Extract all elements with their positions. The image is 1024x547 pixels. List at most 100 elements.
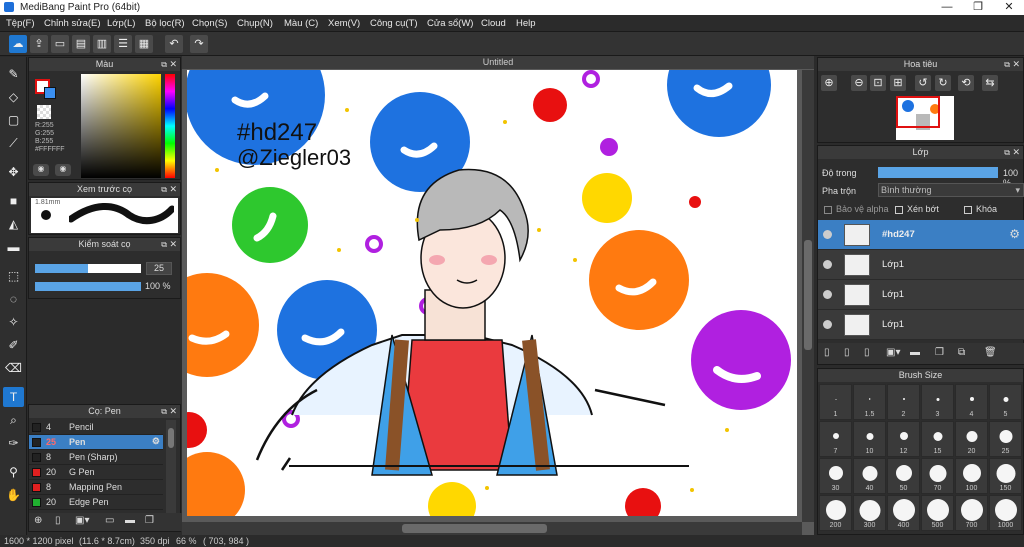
merge-down-icon[interactable]: ⧉ xyxy=(958,347,965,358)
reset-rotation-icon[interactable]: ⟲ xyxy=(958,75,974,91)
size-value[interactable]: 25 xyxy=(146,262,172,275)
menu-file[interactable]: Tệp(F) xyxy=(6,18,35,29)
brush-size-option[interactable]: 400 xyxy=(887,495,920,531)
brush-size-option[interactable]: 300 xyxy=(853,495,886,531)
undock-icon[interactable]: ⧉ xyxy=(161,183,167,196)
hand-tool-icon[interactable]: ✋ xyxy=(3,485,24,505)
zoom-out-icon[interactable]: ⊖ xyxy=(851,75,867,91)
pen-item[interactable]: 8 Mapping Pen xyxy=(29,480,163,495)
text-tool-icon[interactable]: T xyxy=(3,387,24,407)
brush-size-option[interactable]: 4 xyxy=(955,384,988,420)
new-layer-icon[interactable]: ▯ xyxy=(824,347,830,358)
transparent-swatch[interactable] xyxy=(37,105,51,119)
select-eraser-icon[interactable]: ⌫ xyxy=(3,358,24,378)
brush-size-option[interactable]: 500 xyxy=(921,495,954,531)
undo-icon[interactable]: ↶ xyxy=(165,35,183,53)
menu-window[interactable]: Cửa sổ(W) xyxy=(427,18,473,29)
flip-icon[interactable]: ⇆ xyxy=(982,75,998,91)
menu-tools[interactable]: Công cụ(T) xyxy=(370,18,418,29)
brush-size-option[interactable]: 25 xyxy=(989,421,1022,457)
brush-size-option[interactable]: 20 xyxy=(955,421,988,457)
close-icon[interactable]: ✕ xyxy=(169,183,177,196)
delete-layer-icon[interactable]: 🗑 xyxy=(984,347,997,358)
layer-item[interactable]: Lớp1 xyxy=(818,310,1024,340)
comment-icon[interactable]: ▭ xyxy=(51,35,69,53)
brush-size-option[interactable]: 1.5 xyxy=(853,384,886,420)
protect-alpha-checkbox[interactable] xyxy=(824,206,832,214)
rotate-right-icon[interactable]: ↻ xyxy=(935,75,951,91)
close-icon[interactable]: ✕ xyxy=(169,405,177,418)
brush-size-option[interactable]: 40 xyxy=(853,458,886,494)
fill-rect-icon[interactable]: ■ xyxy=(3,191,24,211)
blend-mode-select[interactable]: Bình thường ▾ xyxy=(878,183,1024,197)
vertical-scroll-thumb[interactable] xyxy=(804,240,812,350)
brush-size-option[interactable]: 15 xyxy=(921,421,954,457)
brush-size-option[interactable]: 2 xyxy=(887,384,920,420)
lock-checkbox[interactable] xyxy=(964,206,972,214)
undock-icon[interactable]: ⧉ xyxy=(1004,58,1010,71)
zoom-in-icon[interactable]: ⊕ xyxy=(821,75,837,91)
brush-size-option[interactable]: 5 xyxy=(989,384,1022,420)
visibility-icon[interactable] xyxy=(823,260,832,269)
rect-tool-icon[interactable]: ▢ xyxy=(3,110,24,130)
eyedropper-icon[interactable]: ⚲ xyxy=(3,462,24,482)
eraser-tool-icon[interactable]: ◇ xyxy=(3,87,24,107)
redo-icon[interactable]: ↷ xyxy=(190,35,208,53)
visibility-icon[interactable] xyxy=(823,290,832,299)
pen-item[interactable]: 4 Pencil xyxy=(29,420,163,435)
clipping-checkbox[interactable] xyxy=(895,206,903,214)
navigator-thumbnail[interactable] xyxy=(896,96,954,140)
layer-opacity-slider[interactable] xyxy=(878,167,998,178)
menu-layer[interactable]: Lớp(L) xyxy=(107,18,135,29)
brush-size-option[interactable]: 10 xyxy=(853,421,886,457)
pen-settings-icon[interactable]: ▭ xyxy=(105,515,114,526)
gradient-tool-icon[interactable]: ▬ xyxy=(3,237,24,257)
select-rect-icon[interactable]: ⬚ xyxy=(3,266,24,286)
pen-item[interactable]: 20 G Pen xyxy=(29,465,163,480)
cloud-icon[interactable]: ☁ xyxy=(9,35,27,53)
add-pen-icon[interactable]: ⊕ xyxy=(34,515,42,526)
close-icon[interactable]: ✕ xyxy=(169,238,177,251)
layer-type-menu-icon[interactable]: ▣▾ xyxy=(886,347,900,358)
close-button[interactable]: ✕ xyxy=(994,0,1024,15)
new-layer-8bit-icon[interactable]: ▯ xyxy=(864,347,870,358)
pen-item[interactable]: 8 Pen (Sharp) xyxy=(29,450,163,465)
menu-snap[interactable]: Chụp(N) xyxy=(237,18,273,29)
pen-list-scrollbar[interactable] xyxy=(166,420,176,514)
canvas-vertical-scrollbar[interactable] xyxy=(802,70,814,522)
menu-cloud[interactable]: Cloud xyxy=(481,18,506,29)
visibility-icon[interactable] xyxy=(823,230,832,239)
undock-icon[interactable]: ⧉ xyxy=(161,58,167,71)
bucket-tool-icon[interactable]: ◭ xyxy=(3,214,24,234)
brush-size-option[interactable]: 1000 xyxy=(989,495,1022,531)
horizontal-scroll-thumb[interactable] xyxy=(402,524,547,533)
brush-size-option[interactable]: 50 xyxy=(887,458,920,494)
brush-size-option[interactable]: 7 xyxy=(819,421,852,457)
actual-size-icon[interactable]: ⊞ xyxy=(890,75,906,91)
restore-button[interactable]: ❐ xyxy=(963,0,993,15)
eyedrop-small-icon[interactable]: ◉ xyxy=(55,164,71,176)
minimize-button[interactable]: — xyxy=(932,0,962,15)
saturation-value-picker[interactable] xyxy=(81,74,161,178)
brush-tool-icon[interactable]: ✎ xyxy=(3,64,24,84)
brush-size-option[interactable]: 1 xyxy=(819,384,852,420)
brush-size-option[interactable]: 700 xyxy=(955,495,988,531)
undock-icon[interactable]: ⧉ xyxy=(1004,146,1010,159)
duplicate-icon[interactable]: ❐ xyxy=(145,515,154,526)
visibility-icon[interactable] xyxy=(823,320,832,329)
new-halftone-layer-icon[interactable]: ▯ xyxy=(844,347,850,358)
hue-slider[interactable] xyxy=(165,74,175,178)
menu-filter[interactable]: Bộ lọc(R) xyxy=(145,18,185,29)
grid-icon[interactable]: ▦ xyxy=(135,35,153,53)
background-color-swatch[interactable] xyxy=(44,87,56,99)
brush-size-option[interactable]: 3 xyxy=(921,384,954,420)
folder-icon[interactable]: ▬ xyxy=(910,347,920,358)
brush-size-option[interactable]: 30 xyxy=(819,458,852,494)
menu-select[interactable]: Chọn(S) xyxy=(192,18,227,29)
new-pen-icon[interactable]: ▯ xyxy=(55,515,61,526)
pen-item-selected[interactable]: 25 Pen ⚙ xyxy=(29,435,163,450)
magic-wand-icon[interactable]: ✧ xyxy=(3,312,24,332)
layer-item[interactable]: Lớp1 xyxy=(818,250,1024,280)
opacity-slider-track[interactable] xyxy=(35,282,141,291)
lasso-tool-icon[interactable]: ◌ xyxy=(3,289,24,309)
